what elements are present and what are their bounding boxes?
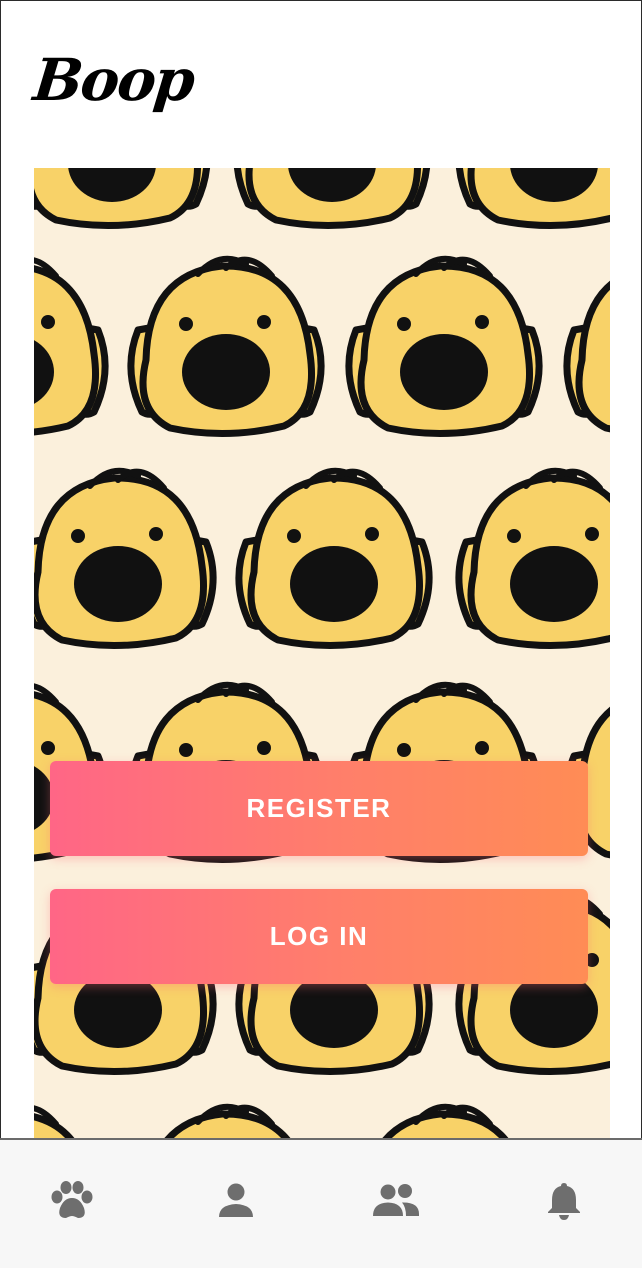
dog-pattern: [34, 168, 610, 1138]
paw-icon: [51, 1181, 93, 1218]
tab-paw[interactable]: [32, 1140, 112, 1260]
bell-icon: [548, 1183, 580, 1220]
app-logo: Boop: [30, 46, 197, 114]
register-button[interactable]: REGISTER: [50, 761, 588, 856]
login-button[interactable]: LOG IN: [50, 889, 588, 984]
bottom-tab-bar: [0, 1138, 642, 1268]
hero-pattern-image: [34, 168, 610, 1138]
tab-profile[interactable]: [196, 1140, 276, 1260]
person-icon: [219, 1183, 253, 1217]
group-icon: [373, 1184, 419, 1216]
tab-notifications[interactable]: [524, 1140, 604, 1260]
tab-friends[interactable]: [356, 1140, 436, 1260]
